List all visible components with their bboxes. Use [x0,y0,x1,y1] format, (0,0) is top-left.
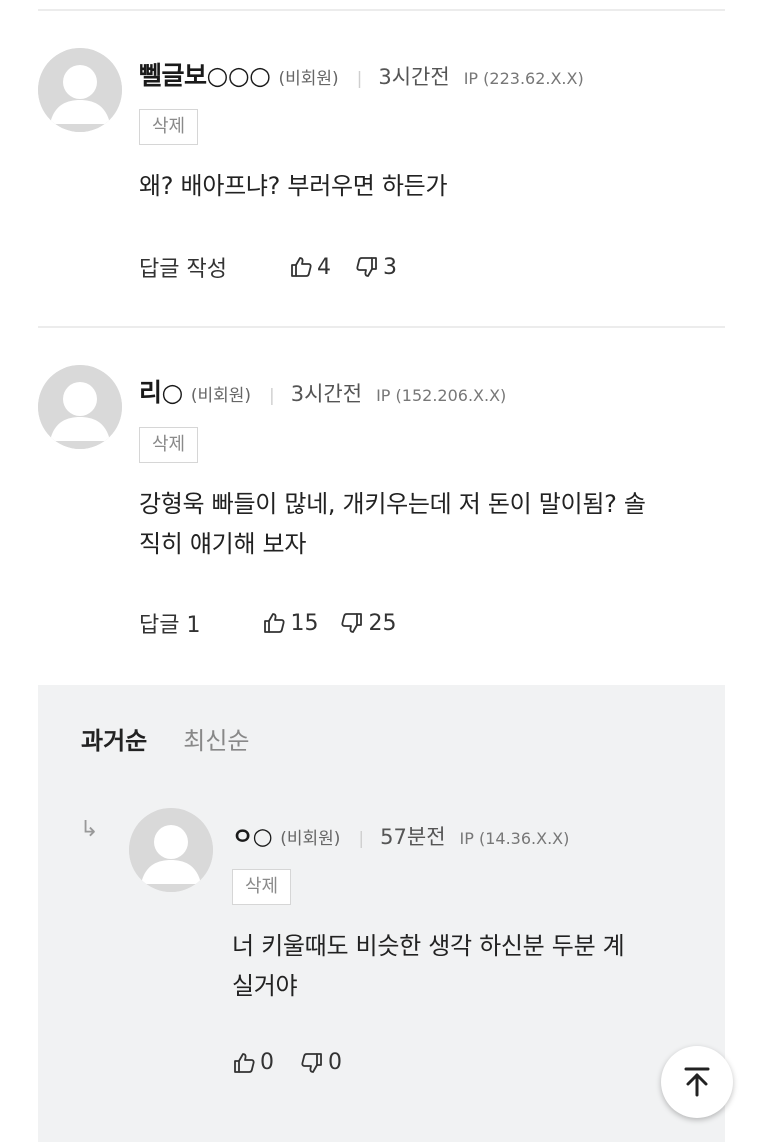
reply-button[interactable]: 답글 1 [139,607,200,639]
comment-nickname[interactable]: 리○ [139,373,183,409]
default-avatar-icon [38,365,122,449]
replies-panel: 과거순 최신순 ↳ ㅇ○ (비회원) | 57분전 IP (14.36.X.X)… [38,685,725,1142]
comment-time: 3시간전 [378,65,450,89]
reply-nickname[interactable]: ㅇ○ [232,817,273,851]
reply-button[interactable]: 답글 작성 [139,251,227,283]
comment-ip: IP (152.206.X.X) [376,386,507,405]
thumbs-up-icon [291,257,312,277]
dislike-button[interactable]: 3 [355,255,397,280]
reply-ip: IP (14.36.X.X) [459,829,570,848]
sort-newest-tab[interactable]: 최신순 [183,721,249,756]
default-avatar-icon [38,48,122,132]
thumbs-up-icon [264,613,286,633]
comment-time: 3시간전 [290,382,363,406]
reply-arrow-icon: ↳ [80,817,99,842]
guest-label: (비회원) [190,386,252,406]
delete-button[interactable]: 삭제 [139,109,199,145]
guest-label: (비회원) [278,69,339,89]
delete-button[interactable]: 삭제 [232,869,292,905]
dislike-count: 0 [328,1050,342,1075]
meta-separator: | [358,829,365,849]
like-button[interactable]: 4 [289,255,331,280]
reply-body: 너 키울때도 비슷한 생각 하신분 두분 계 실거야 [232,926,712,1006]
dislike-count: 25 [368,610,397,636]
meta-separator: | [269,386,275,406]
dislike-count: 3 [382,254,397,280]
arrow-up-to-top-icon [684,1067,710,1097]
reply-sort-tabs: 과거순 최신순 [81,721,250,756]
thumbs-up-icon [234,1052,255,1073]
comment-divider [38,326,725,328]
avatar [129,808,213,892]
comment-nickname[interactable]: 뻴글보○○○ [139,56,271,92]
like-button[interactable]: 0 [232,1050,274,1075]
reply-line: 실거야 [232,972,298,1000]
meta-separator: | [356,69,363,89]
comment-body: 왜? 배아프냐? 부러우면 하든가 [139,166,719,206]
default-avatar-icon [129,808,213,892]
avatar [38,365,122,449]
like-button[interactable]: 15 [262,611,318,636]
delete-button[interactable]: 삭제 [139,427,199,463]
like-count: 15 [290,610,319,636]
comment-meta: 뻴글보○○○ (비회원) | 3시간전 IP (223.62.X.X) [139,56,584,92]
thumbs-down-icon [341,613,363,633]
comment-ip: IP (223.62.X.X) [463,69,584,88]
comment-line: 강형욱 빠들이 많네, 개키우는데 저 돈이 말이됨? 솔 [139,490,646,518]
like-count: 4 [316,254,331,280]
avatar [38,48,122,132]
comment-meta: 리○ (비회원) | 3시간전 IP (152.206.X.X) [139,373,506,409]
dislike-button[interactable]: 0 [300,1050,342,1075]
scroll-to-top-button[interactable] [661,1046,733,1118]
top-divider [38,9,725,11]
comment-actions: 답글 작성 4 3 [139,251,397,283]
reply-line: 너 키울때도 비슷한 생각 하신분 두분 계 [232,932,625,960]
like-count: 0 [260,1050,274,1075]
thumbs-down-icon [301,1052,322,1073]
sort-oldest-tab[interactable]: 과거순 [81,721,147,756]
comment-actions: 답글 1 15 25 [139,607,396,639]
reply-time: 57분전 [380,825,446,849]
comment-line: 왜? 배아프냐? 부러우면 하든가 [139,172,448,200]
comment-body: 강형욱 빠들이 많네, 개키우는데 저 돈이 말이됨? 솔 직히 얘기해 보자 [139,484,729,564]
comment-line: 직히 얘기해 보자 [139,530,307,558]
dislike-button[interactable]: 25 [340,611,396,636]
reply-meta: ㅇ○ (비회원) | 57분전 IP (14.36.X.X) [232,817,569,851]
thumbs-down-icon [356,257,377,277]
reply-actions: 0 0 [232,1050,342,1075]
guest-label: (비회원) [280,829,341,849]
